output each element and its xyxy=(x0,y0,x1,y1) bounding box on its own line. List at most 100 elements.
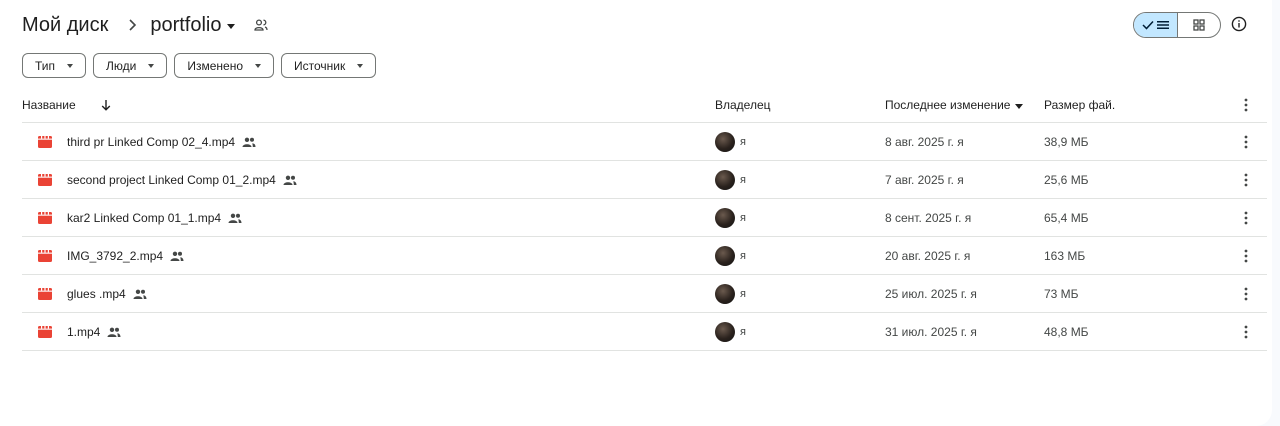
filter-chip-label: Тип xyxy=(35,58,56,73)
column-header-owner: Владелец xyxy=(715,98,771,112)
file-name-cell: glues .mp4 xyxy=(22,287,147,301)
list-view-button[interactable] xyxy=(1134,13,1178,37)
size-cell: 73 МБ xyxy=(1044,287,1079,301)
main-panel: Мой диск portfolio Тип Люди Изменено Ист… xyxy=(0,0,1272,426)
modified-date: 20 авг. 2025 г. я xyxy=(885,248,971,263)
column-header-size[interactable]: Размер фай. xyxy=(1044,98,1115,112)
people-icon xyxy=(107,326,121,338)
breadcrumb-root[interactable]: Мой диск xyxy=(22,14,122,37)
modified-date: 8 сент. 2025 г. я xyxy=(885,210,972,225)
filter-chip-source[interactable]: Источник xyxy=(281,53,377,78)
avatar xyxy=(715,321,735,342)
column-header-owner-label: Владелец xyxy=(715,98,771,112)
more-vert-icon[interactable] xyxy=(1238,97,1254,113)
people-icon xyxy=(228,212,242,224)
more-vert-icon[interactable] xyxy=(1238,172,1254,188)
filter-bar: Тип Люди Изменено Источник xyxy=(22,53,377,78)
more-vert-icon[interactable] xyxy=(1238,210,1254,226)
file-name-cell: kar2 Linked Comp 01_1.mp4 xyxy=(22,211,242,225)
modified-date: 31 июл. 2025 г. я xyxy=(885,324,977,339)
video-file-icon xyxy=(38,211,52,224)
column-header-name-label: Название xyxy=(22,98,76,112)
modified-cell: 8 сент. 2025 г. я xyxy=(885,211,971,225)
table-row[interactable]: third pr Linked Comp 02_4.mp4 я 8 авг. 2… xyxy=(22,123,1267,161)
owner-cell: я xyxy=(715,283,746,304)
table-row[interactable]: kar2 Linked Comp 01_1.mp4 я 8 сент. 2025… xyxy=(22,199,1267,237)
more-vert-icon[interactable] xyxy=(1238,286,1254,302)
table-row[interactable]: 1.mp4 я 31 июл. 2025 г. я 48,8 МБ xyxy=(22,313,1267,351)
column-header-modified[interactable]: Последнее изменение xyxy=(885,98,1024,112)
modified-cell: 31 июл. 2025 г. я xyxy=(885,325,977,339)
file-name-cell: second project Linked Comp 01_2.mp4 xyxy=(22,173,297,187)
table-row[interactable]: IMG_3792_2.mp4 я 20 авг. 2025 г. я 163 М… xyxy=(22,237,1267,275)
filter-chip-modified[interactable]: Изменено xyxy=(174,53,274,78)
avatar xyxy=(715,169,735,190)
file-size: 73 МБ xyxy=(1044,286,1079,301)
modified-cell: 20 авг. 2025 г. я xyxy=(885,249,970,263)
avatar xyxy=(715,245,735,266)
arrow-down-icon[interactable] xyxy=(100,99,112,111)
column-header-size-label: Размер фай. xyxy=(1044,98,1116,112)
breadcrumb: Мой диск portfolio xyxy=(22,8,269,42)
owner-name: я xyxy=(740,325,746,338)
file-size: 163 МБ xyxy=(1044,248,1086,263)
file-name-cell: third pr Linked Comp 02_4.mp4 xyxy=(22,135,256,149)
table-row[interactable]: glues .mp4 я 25 июл. 2025 г. я 73 МБ xyxy=(22,275,1267,313)
table-row[interactable]: second project Linked Comp 01_2.mp4 я 7 … xyxy=(22,161,1267,199)
more-vert-icon[interactable] xyxy=(1238,248,1254,264)
modified-cell: 25 июл. 2025 г. я xyxy=(885,287,977,301)
column-header-modified-label: Последнее изменение xyxy=(885,98,1011,112)
filter-chip-label: Изменено xyxy=(187,58,243,73)
view-toggle xyxy=(1133,12,1221,38)
file-name: third pr Linked Comp 02_4.mp4 xyxy=(67,134,236,149)
caret-down-icon xyxy=(227,23,236,29)
caret-down-icon xyxy=(357,64,364,68)
video-file-icon xyxy=(38,173,52,186)
table-header: Название Владелец Последнее изменение Ра… xyxy=(22,88,1267,123)
file-size: 38,9 МБ xyxy=(1044,134,1089,149)
avatar xyxy=(715,283,735,304)
owner-cell: я xyxy=(715,131,746,152)
file-name: glues .mp4 xyxy=(67,286,126,301)
owner-name: я xyxy=(740,173,746,186)
modified-cell: 7 авг. 2025 г. я xyxy=(885,173,964,187)
shared-folder-icon[interactable] xyxy=(253,17,269,33)
avatar xyxy=(715,207,735,228)
file-size: 48,8 МБ xyxy=(1044,324,1089,339)
modified-date: 7 авг. 2025 г. я xyxy=(885,172,964,187)
caret-down-icon xyxy=(1015,103,1024,109)
size-cell: 163 МБ xyxy=(1044,249,1085,263)
size-cell: 38,9 МБ xyxy=(1044,135,1089,149)
list-icon xyxy=(1156,21,1169,29)
people-icon xyxy=(133,288,147,300)
grid-view-button[interactable] xyxy=(1178,13,1221,37)
file-size: 25,6 МБ xyxy=(1044,172,1089,187)
file-name: IMG_3792_2.mp4 xyxy=(67,248,164,263)
avatar xyxy=(715,131,735,152)
owner-cell: я xyxy=(715,245,746,266)
info-icon[interactable] xyxy=(1230,15,1248,33)
people-icon xyxy=(242,136,256,148)
owner-name: я xyxy=(740,135,746,148)
filter-chip-label: Люди xyxy=(106,58,137,73)
filter-chip-type[interactable]: Тип xyxy=(22,53,87,78)
file-name: 1.mp4 xyxy=(67,324,101,339)
column-header-name[interactable]: Название xyxy=(22,98,112,112)
more-vert-icon[interactable] xyxy=(1238,134,1254,150)
owner-name: я xyxy=(740,249,746,262)
chevron-right-icon xyxy=(122,15,142,35)
size-cell: 25,6 МБ xyxy=(1044,173,1089,187)
caret-down-icon xyxy=(255,64,261,68)
filter-chip-people[interactable]: Люди xyxy=(93,53,168,78)
video-file-icon xyxy=(38,287,52,300)
size-cell: 48,8 МБ xyxy=(1044,325,1089,339)
owner-name: я xyxy=(740,211,746,224)
breadcrumb-current-label: portfolio xyxy=(150,13,222,36)
more-vert-icon[interactable] xyxy=(1238,324,1254,340)
file-size: 65,4 МБ xyxy=(1044,210,1089,225)
owner-cell: я xyxy=(715,207,746,228)
breadcrumb-current[interactable]: portfolio xyxy=(150,13,236,37)
modified-date: 25 июл. 2025 г. я xyxy=(885,286,977,301)
check-icon xyxy=(1142,20,1154,30)
file-name-cell: IMG_3792_2.mp4 xyxy=(22,249,184,263)
